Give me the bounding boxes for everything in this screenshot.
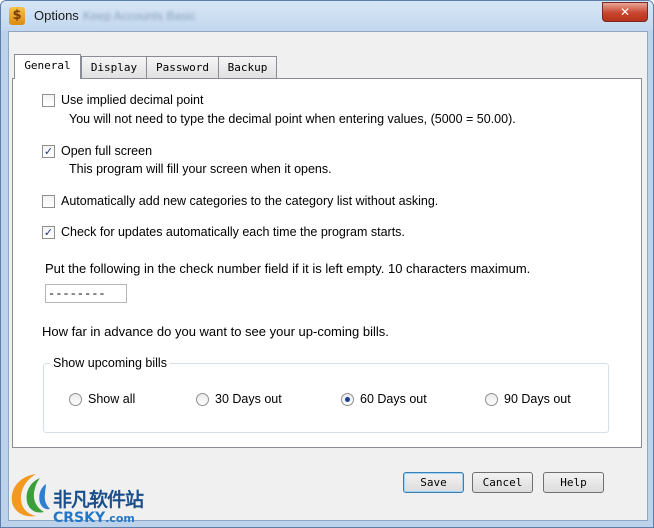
radio-90-days-label: 90 Days out bbox=[504, 392, 571, 406]
title-bar[interactable]: $ Options Keep Accounts Basic ✕ bbox=[1, 1, 653, 31]
radio-30-days[interactable] bbox=[196, 393, 209, 406]
upcoming-bills-group-title: Show upcoming bills bbox=[50, 356, 170, 370]
watermark-cn-text: 非凡软件站 bbox=[53, 489, 144, 511]
full-screen-checkbox[interactable]: ✓ bbox=[42, 145, 55, 158]
radio-90-days[interactable] bbox=[485, 393, 498, 406]
implied-decimal-description: You will not need to type the decimal po… bbox=[69, 112, 516, 126]
advance-prompt: How far in advance do you want to see yo… bbox=[42, 324, 389, 339]
check-number-prompt: Put the following in the check number fi… bbox=[45, 261, 531, 276]
tab-display[interactable]: Display bbox=[81, 56, 147, 78]
general-tab-panel: Use implied decimal point You will not n… bbox=[12, 78, 642, 448]
radio-60-days[interactable] bbox=[341, 393, 354, 406]
full-screen-label: Open full screen bbox=[61, 144, 153, 158]
watermark-tld: .com bbox=[105, 512, 135, 525]
dollar-app-icon: $ bbox=[9, 7, 25, 25]
check-number-input[interactable]: -------- bbox=[45, 284, 127, 303]
implied-decimal-checkbox[interactable] bbox=[42, 94, 55, 107]
radio-show-all-label: Show all bbox=[88, 392, 136, 406]
implied-decimal-label: Use implied decimal point bbox=[61, 93, 204, 107]
radio-30-days-label: 30 Days out bbox=[215, 392, 282, 406]
options-window: $ Options Keep Accounts Basic ✕ General … bbox=[0, 0, 654, 528]
window-title: Options bbox=[34, 8, 79, 23]
check-updates-checkbox[interactable]: ✓ bbox=[42, 226, 55, 239]
tab-general[interactable]: General bbox=[14, 54, 81, 79]
tab-password[interactable]: Password bbox=[146, 56, 219, 78]
upcoming-bills-group: Show upcoming bills Show all 30 Days out… bbox=[43, 356, 609, 433]
cancel-button[interactable]: Cancel bbox=[472, 472, 533, 493]
auto-categories-label: Automatically add new categories to the … bbox=[61, 194, 439, 208]
dialog-client-area: General Display Password Backup Use impl… bbox=[8, 31, 648, 521]
check-updates-label: Check for updates automatically each tim… bbox=[61, 225, 405, 239]
watermark-brand: CRSKY bbox=[53, 510, 106, 526]
auto-categories-checkbox[interactable] bbox=[42, 195, 55, 208]
tab-backup[interactable]: Backup bbox=[218, 56, 277, 78]
window-title-blurred: Keep Accounts Basic bbox=[83, 9, 196, 23]
crsky-logo-icon bbox=[11, 474, 50, 517]
radio-60-days-label: 60 Days out bbox=[360, 392, 427, 406]
save-button[interactable]: Save bbox=[403, 472, 464, 493]
radio-show-all[interactable] bbox=[69, 393, 82, 406]
full-screen-description: This program will fill your screen when … bbox=[69, 162, 332, 176]
site-watermark: 非凡软件站 CRSKY.com bbox=[0, 468, 165, 528]
close-button[interactable]: ✕ bbox=[602, 2, 648, 22]
watermark-en-text: CRSKY.com bbox=[53, 510, 135, 526]
help-button[interactable]: Help bbox=[543, 472, 604, 493]
